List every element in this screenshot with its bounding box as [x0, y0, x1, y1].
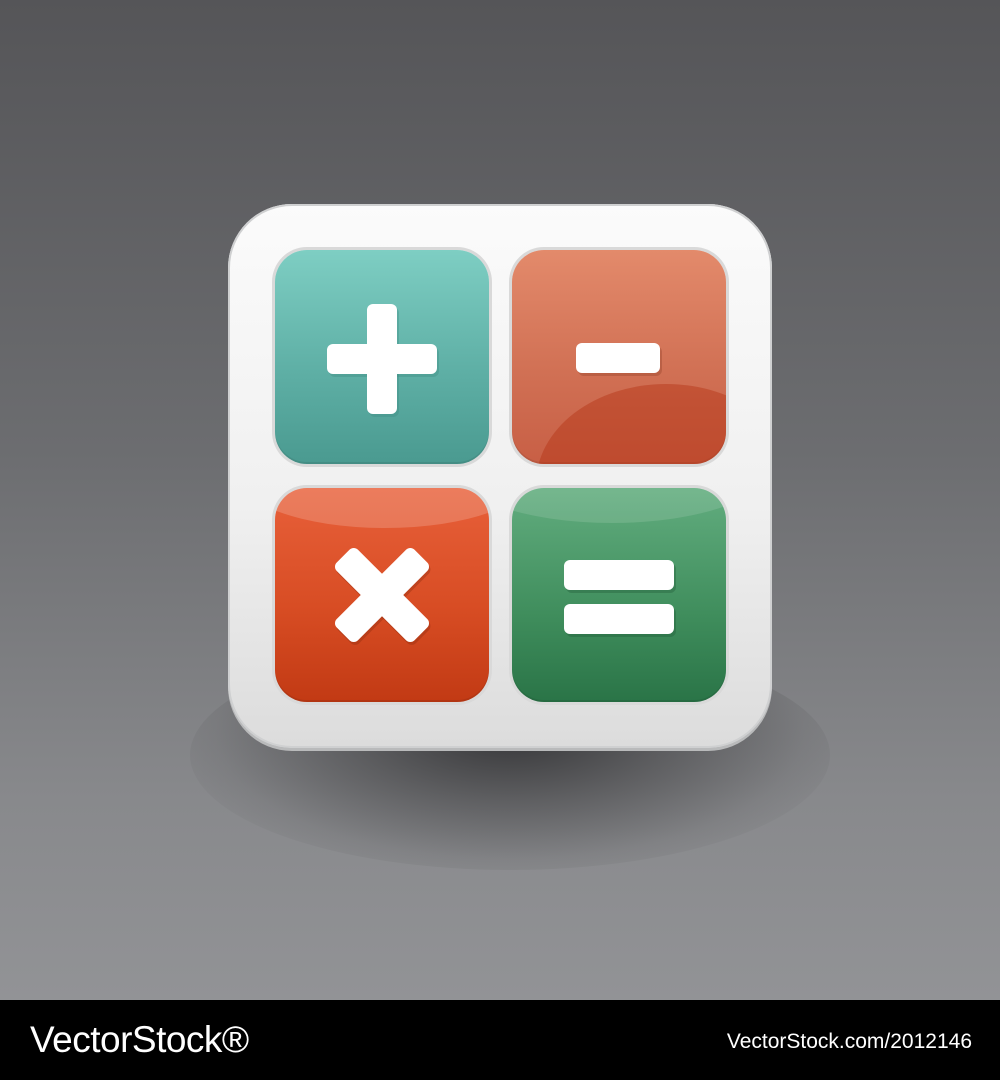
minus-icon	[576, 343, 662, 376]
multiply-tile	[275, 488, 489, 702]
minus-tile	[512, 250, 726, 464]
vectorstock-logo: VectorStock®	[30, 1019, 249, 1060]
equals-icon	[564, 560, 676, 637]
watermark-bar: VectorStock® VectorStock.com/2012146	[0, 1000, 1000, 1080]
calculator-app-icon[interactable]	[228, 204, 772, 748]
equals-tile	[512, 488, 726, 702]
image-id-label: VectorStock.com/2012146	[726, 1030, 972, 1053]
plus-tile	[275, 250, 489, 464]
plus-icon	[327, 304, 439, 417]
background	[0, 0, 1000, 1000]
multiply-icon	[334, 547, 431, 645]
